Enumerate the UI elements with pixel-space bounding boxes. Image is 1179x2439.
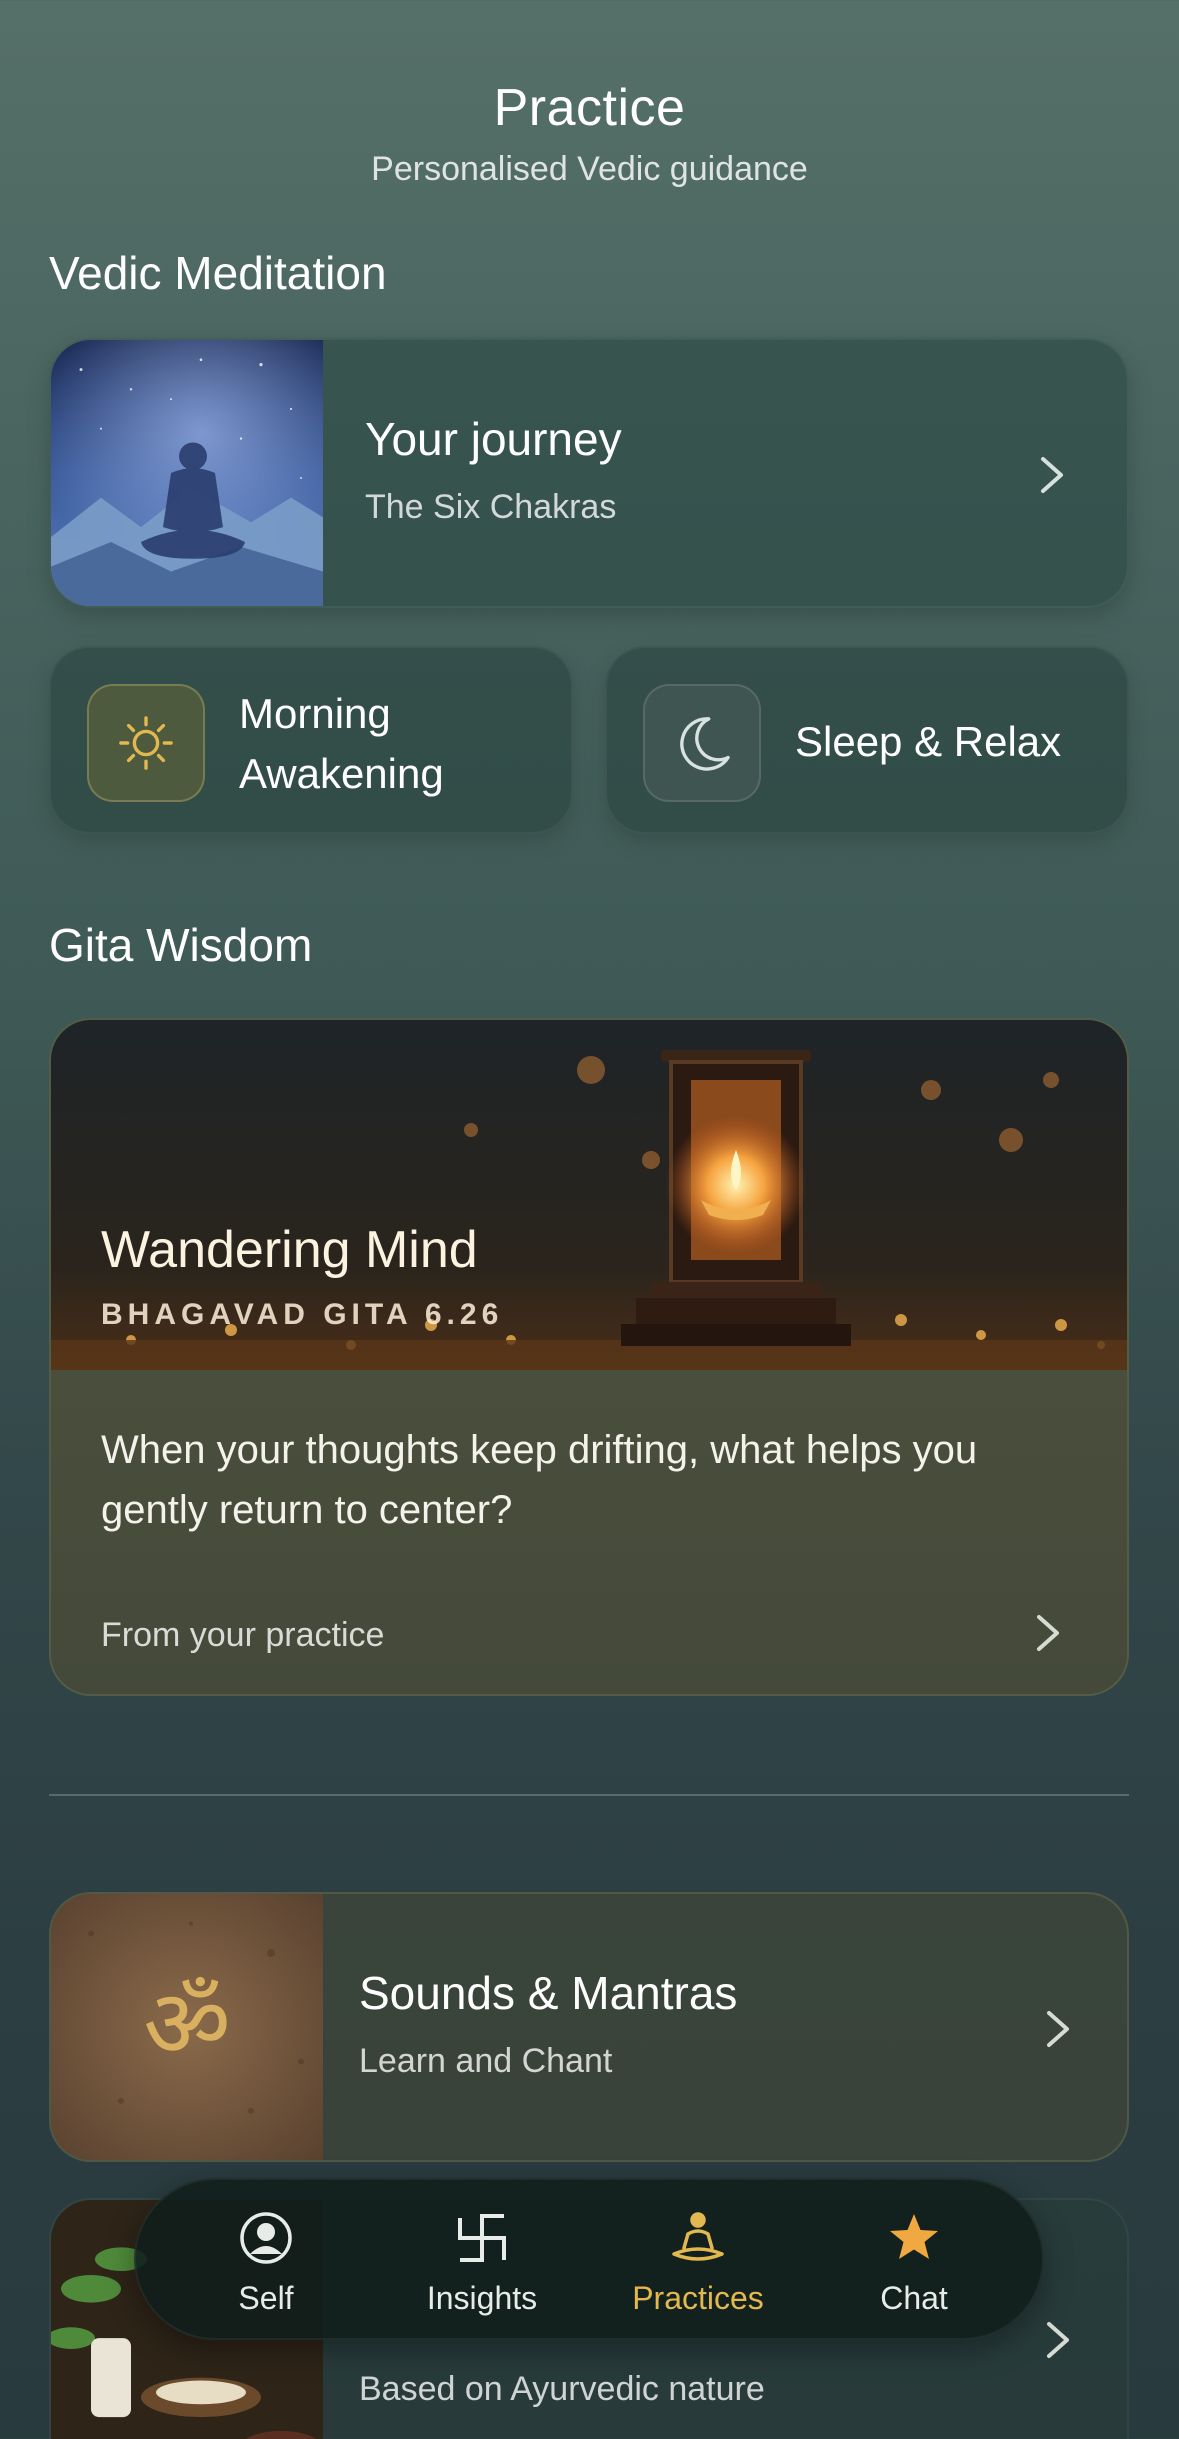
morning-awakening-button[interactable]: Morning Awakening xyxy=(49,646,573,834)
chevron-right-icon xyxy=(1031,1609,1065,1657)
gita-card-question: When your thoughts keep drifting, what h… xyxy=(101,1428,978,1532)
sounds-mantras-card[interactable]: ॐ Sounds & Mantras Learn and Chant xyxy=(49,1892,1129,2162)
journey-card[interactable]: Your journey The Six Chakras xyxy=(49,338,1129,608)
tab-insights-label: Insights xyxy=(426,2280,538,2316)
tab-insights[interactable]: Insights xyxy=(392,2180,572,2342)
tab-practices-label: Practices xyxy=(632,2280,764,2316)
star-icon xyxy=(884,2208,944,2268)
lantern-image: Wandering Mind BHAGAVAD GITA 6.26 xyxy=(51,1020,1127,1370)
chevron-right-icon xyxy=(1041,2005,1075,2053)
meditation-icon xyxy=(668,2208,728,2268)
sounds-subtitle: Learn and Chant xyxy=(359,2042,613,2080)
gita-card-footer: From your practice xyxy=(101,1616,385,1654)
tab-practices[interactable]: Practices xyxy=(608,2180,788,2342)
gita-card-title: Wandering Mind xyxy=(101,1221,478,1279)
tab-self[interactable]: Self xyxy=(176,2180,356,2342)
meditation-thumbnail xyxy=(51,340,323,606)
sounds-title: Sounds & Mantras xyxy=(359,1967,738,2019)
section-title-gita: Gita Wisdom xyxy=(49,919,313,971)
om-symbol: ॐ xyxy=(143,1970,231,2079)
bottom-tab-bar: Self Insights Practices Chat xyxy=(134,2178,1044,2340)
chevron-right-icon xyxy=(1041,2316,1075,2364)
tab-self-label: Self xyxy=(238,2280,294,2316)
moon-icon xyxy=(643,684,761,802)
page-title: Practice xyxy=(493,79,686,137)
om-thumbnail: ॐ xyxy=(51,1894,323,2160)
gita-wisdom-card[interactable]: Wandering Mind BHAGAVAD GITA 6.26 When y… xyxy=(49,1018,1129,1696)
swastika-icon xyxy=(452,2208,512,2268)
page-header: Practice Personalised Vedic guidance xyxy=(0,78,1179,189)
diet-subtitle: Based on Ayurvedic nature xyxy=(359,2370,765,2408)
morning-label-line2: Awakening xyxy=(239,750,444,797)
gita-card-reference: BHAGAVAD GITA 6.26 xyxy=(101,1298,504,1331)
sleep-relax-button[interactable]: Sleep & Relax xyxy=(605,646,1129,834)
sleep-relax-label: Sleep & Relax xyxy=(795,718,1062,765)
chevron-right-icon xyxy=(1035,451,1069,499)
tab-chat[interactable]: Chat xyxy=(824,2180,1004,2342)
journey-subtitle: The Six Chakras xyxy=(365,488,617,526)
tab-chat-label: Chat xyxy=(880,2280,948,2316)
section-title-meditation: Vedic Meditation xyxy=(49,247,387,299)
morning-label-line1: Morning xyxy=(239,690,391,737)
sun-icon xyxy=(87,684,205,802)
page-subtitle: Personalised Vedic guidance xyxy=(371,150,808,188)
person-icon xyxy=(236,2208,296,2268)
journey-title: Your journey xyxy=(365,413,622,465)
section-divider xyxy=(49,1794,1129,1796)
